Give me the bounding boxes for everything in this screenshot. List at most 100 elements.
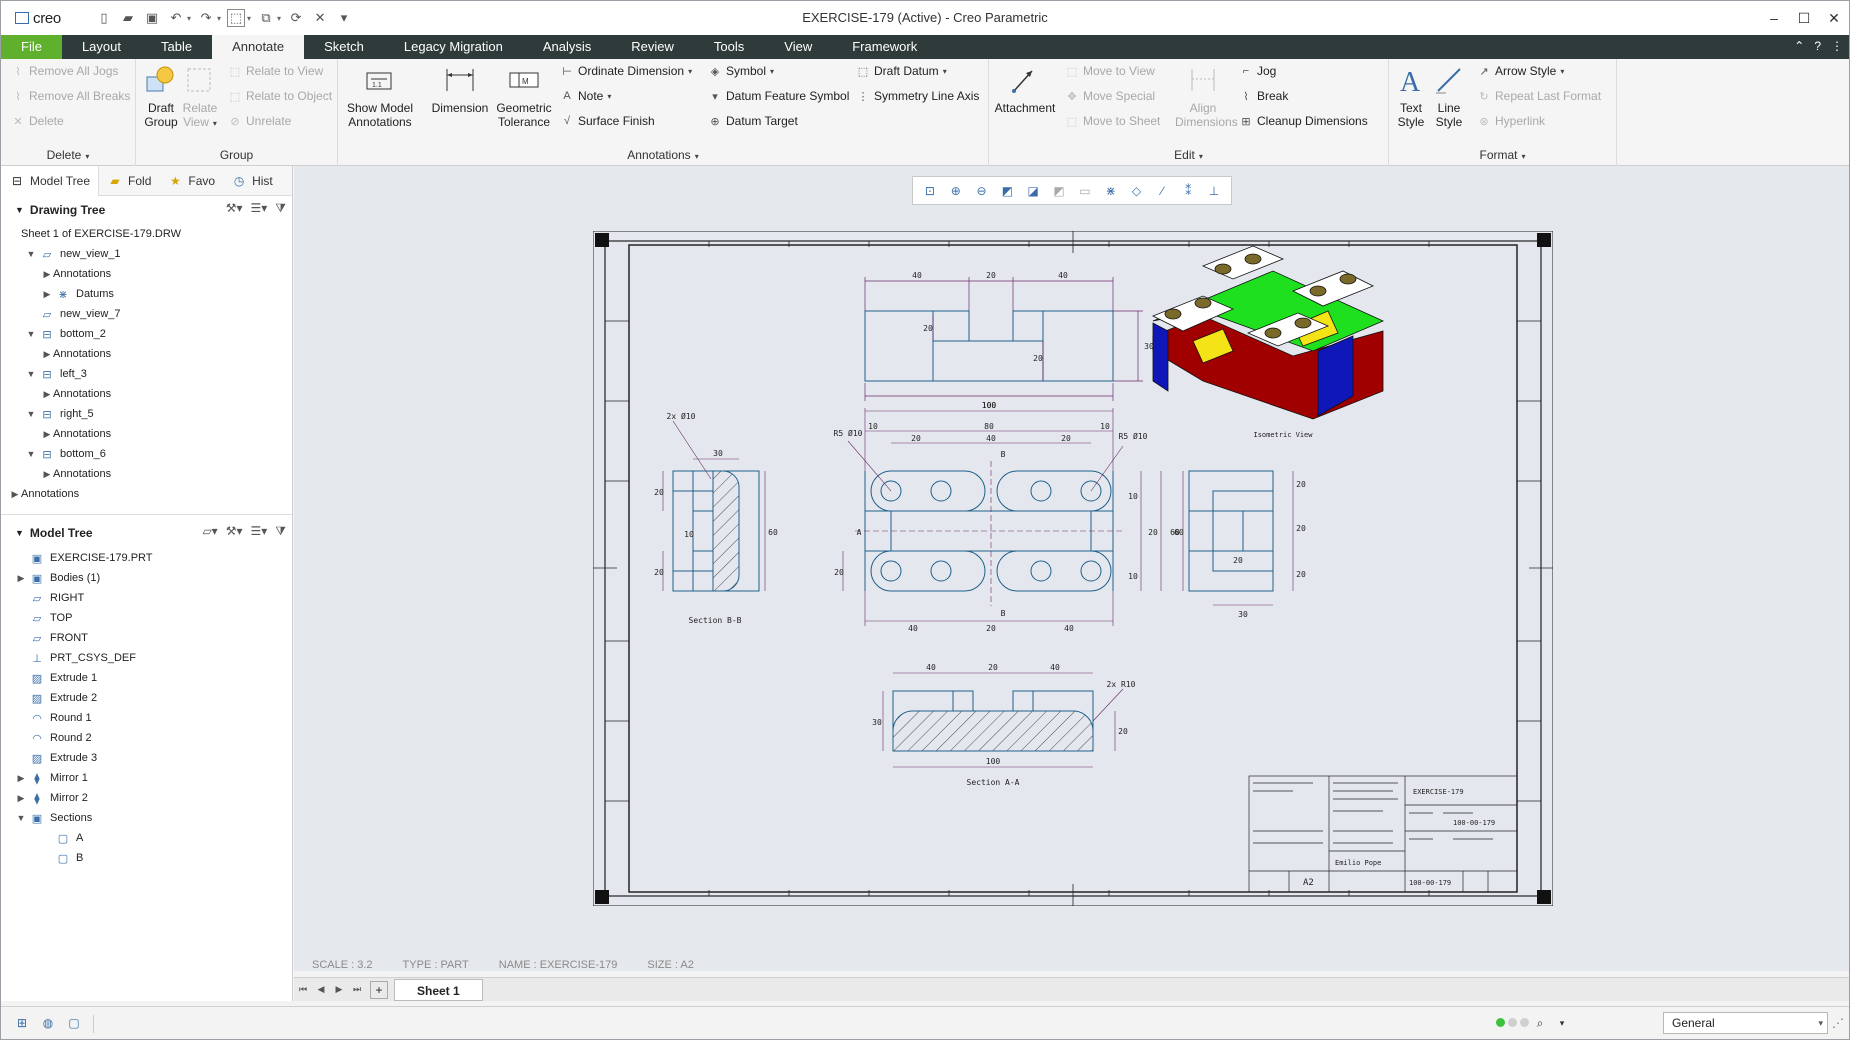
model-tree-item[interactable]: ▶ ⧫ Mirror 1	[1, 768, 292, 788]
model-tree-item[interactable]: ◠ Round 1	[1, 708, 292, 728]
tree-expand-icon[interactable]: ▶	[41, 349, 53, 360]
tree-expand-icon[interactable]: ▼	[25, 409, 37, 419]
tree-expand-icon[interactable]: ▼	[25, 369, 37, 379]
sheet-tab-1[interactable]: Sheet 1	[394, 978, 483, 1001]
datum-feature-symbol-button[interactable]: ▾ Datum Feature Symbol	[708, 89, 849, 103]
model-tree-item[interactable]: ▣ EXERCISE-179.PRT	[1, 548, 292, 568]
tree-expand-icon[interactable]: ▼	[25, 249, 37, 259]
model-tree-item[interactable]: ▨ Extrude 1	[1, 668, 292, 688]
relate-to-view-button[interactable]: ⬚ Relate to View	[228, 64, 323, 78]
refit-icon[interactable]: ⊡	[920, 182, 940, 200]
dimension-button[interactable]: Dimension	[430, 63, 490, 115]
tree-filter-icon[interactable]: ⧩	[275, 201, 286, 216]
windows-dropdown-icon[interactable]: ▾	[277, 14, 281, 23]
model-tree-header[interactable]: ▼ Model Tree ▱▾ ⚒▾ ☰▾ ⧩	[1, 519, 292, 547]
tree-expand-icon[interactable]: ▶	[41, 289, 53, 300]
drawing-tree-item[interactable]: ▼ ⊟ bottom_6	[1, 444, 292, 464]
model-tree-filter-icon[interactable]: ⧩	[275, 524, 286, 539]
resize-grip-icon[interactable]: ⋰	[1829, 1015, 1847, 1031]
draft-group-button[interactable]: Draft Group	[142, 63, 180, 129]
tree-expand-icon[interactable]: ▶	[15, 573, 27, 584]
text-style-button[interactable]: A Text Style	[1393, 63, 1429, 129]
tree-expand-icon[interactable]: ▼	[25, 329, 37, 339]
drawing-tree-item[interactable]: ▶ Annotations	[1, 384, 292, 404]
move-special-button[interactable]: ✥ Move Special	[1065, 89, 1155, 103]
view-manager-icon[interactable]: ▭	[1075, 182, 1095, 200]
model-tree-item[interactable]: ▼ ▣ Sections	[1, 808, 292, 828]
zoom-out-icon[interactable]: ⊖	[972, 182, 992, 200]
new-file-icon[interactable]: ▯	[95, 9, 113, 27]
draft-datum-button[interactable]: ⬚ Draft Datum ▾	[856, 64, 947, 78]
collapse-ribbon-icon[interactable]: ⌃	[1794, 39, 1804, 53]
redo-icon[interactable]: ↷	[197, 9, 215, 27]
relate-view-button[interactable]: Relate View ▾	[180, 63, 220, 131]
edit-group-label[interactable]: Edit ▾	[989, 148, 1388, 162]
customize-qat-icon[interactable]: ▾	[335, 9, 353, 27]
datum-target-button[interactable]: ⊕ Datum Target	[708, 114, 797, 128]
tab-analysis[interactable]: Analysis	[523, 35, 611, 59]
axis-display-icon[interactable]: ⁄	[1152, 182, 1172, 200]
ribbon-options-icon[interactable]: ⋮	[1831, 39, 1843, 53]
model-tree-item[interactable]: ◠ Round 2	[1, 728, 292, 748]
display-style-icon[interactable]: ◪	[1023, 182, 1043, 200]
repeat-last-format-button[interactable]: ↻ Repeat Last Format	[1477, 89, 1601, 103]
repaint-icon[interactable]: ◩	[997, 182, 1017, 200]
drawing-tree-item[interactable]: ▱ new_view_7	[1, 304, 292, 324]
hyperlink-button[interactable]: ⊛ Hyperlink	[1477, 114, 1545, 128]
save-icon[interactable]: ▣	[143, 9, 161, 27]
drawing-tree-item[interactable]: ▶ Annotations	[1, 264, 292, 284]
drawing-sheet[interactable]: 40 20 40 20 20 30 100 100 10 80 10 20 40…	[593, 231, 1553, 906]
symmetry-line-axis-button[interactable]: ⋮ Symmetry Line Axis	[856, 89, 980, 103]
undo-icon[interactable]: ↶	[167, 9, 185, 27]
align-dimensions-button[interactable]: Align Dimensions	[1175, 63, 1238, 129]
model-tree-item[interactable]: ▱ FRONT	[1, 628, 292, 648]
model-tree-item[interactable]: ▶ ▣ Bodies (1)	[1, 568, 292, 588]
model-tree-item[interactable]: ▢ A	[1, 828, 292, 848]
model-tree-item[interactable]: ▢ B	[1, 848, 292, 868]
regen-status-icon[interactable]	[1496, 1018, 1529, 1027]
attachment-button[interactable]: Attachment	[993, 63, 1057, 115]
tab-layout[interactable]: Layout	[62, 35, 141, 59]
model-tree-item[interactable]: ▨ Extrude 2	[1, 688, 292, 708]
csys-display-icon[interactable]: ⊥	[1204, 182, 1224, 200]
drawing-tree-item[interactable]: Sheet 1 of EXERCISE-179.DRW	[1, 224, 292, 244]
delete-group-label[interactable]: Delete ▾	[1, 148, 135, 162]
tab-framework[interactable]: Framework	[832, 35, 937, 59]
full-screen-icon[interactable]: ▢	[65, 1015, 83, 1031]
undo-dropdown-icon[interactable]: ▾	[187, 14, 191, 23]
tab-annotate[interactable]: Annotate	[212, 35, 305, 59]
cleanup-dimensions-button[interactable]: ⊞ Cleanup Dimensions	[1239, 114, 1367, 128]
tree-tools-icon[interactable]: ⚒▾	[226, 201, 243, 216]
model-tree-settings-icon[interactable]: ☰▾	[251, 524, 268, 539]
move-to-view-button[interactable]: ⬚ Move to View	[1065, 64, 1155, 78]
zoom-in-icon[interactable]: ⊕	[946, 182, 966, 200]
move-to-sheet-button[interactable]: ⬚ Move to Sheet	[1065, 114, 1161, 128]
line-style-button[interactable]: Line Style	[1431, 63, 1467, 129]
tab-legacy-migration[interactable]: Legacy Migration	[384, 35, 523, 59]
model-tree-item[interactable]: ⊥ PRT_CSYS_DEF	[1, 648, 292, 668]
tab-file[interactable]: File	[1, 35, 62, 59]
regenerate-icon[interactable]: ⟳	[287, 9, 305, 27]
redo-dropdown-icon[interactable]: ▾	[217, 14, 221, 23]
tree-expand-icon[interactable]: ▶	[15, 793, 27, 804]
tab-sketch[interactable]: Sketch	[304, 35, 384, 59]
remove-all-jogs-button[interactable]: ⌇ Remove All Jogs	[11, 64, 118, 78]
tree-expand-icon[interactable]: ▶	[15, 773, 27, 784]
relate-to-object-button[interactable]: ⬚ Relate to Object	[228, 89, 332, 103]
drawing-tree-item[interactable]: ▶ Annotations	[1, 484, 292, 504]
prev-sheet-icon[interactable]: ◀	[312, 984, 330, 995]
show-model-annotations-button[interactable]: 1.1 Show Model Annotations	[340, 63, 420, 129]
drawing-tree-item[interactable]: ▼ ⊟ right_5	[1, 404, 292, 424]
format-group-label[interactable]: Format ▾	[1389, 148, 1616, 162]
model-tree-item[interactable]: ▱ RIGHT	[1, 588, 292, 608]
first-sheet-icon[interactable]: ⏮	[294, 984, 312, 995]
symbol-button[interactable]: ◈ Symbol ▾	[708, 64, 774, 78]
surface-finish-button[interactable]: √ Surface Finish	[560, 114, 655, 128]
tree-expand-icon[interactable]: ▼	[15, 813, 27, 823]
windows-icon[interactable]: ⧉	[257, 9, 275, 27]
jog-button[interactable]: ⌐ Jog	[1239, 64, 1277, 78]
show-browser-icon[interactable]: ◍	[39, 1015, 57, 1031]
drawing-tree-item[interactable]: ▼ ▱ new_view_1	[1, 244, 292, 264]
tab-table[interactable]: Table	[141, 35, 212, 59]
find-dropdown-icon[interactable]: ▾	[1553, 1015, 1571, 1031]
